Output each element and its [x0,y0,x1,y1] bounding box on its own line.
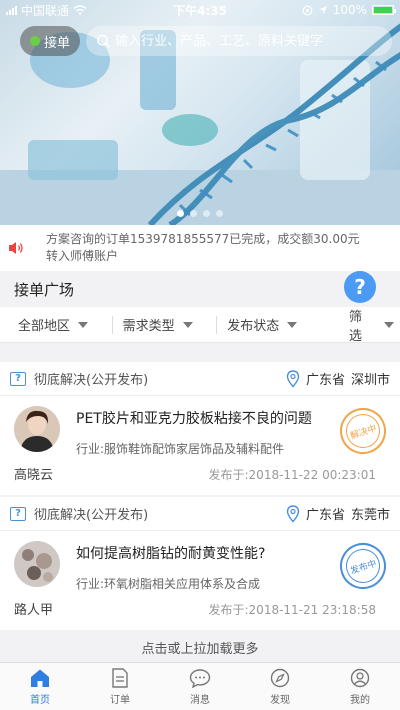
avatar[interactable] [14,406,60,452]
location-pin-icon [286,504,300,523]
profile-icon [350,668,370,687]
rotation-lock-icon [302,5,313,15]
filter-type-dropdown[interactable]: 需求类型 [123,307,217,342]
card-location: 广东省 深圳市 [286,369,390,388]
message-icon [189,668,211,688]
order-icon [112,667,128,688]
question-card[interactable]: ? 彻底解决(公开发布) 广东省 东莞市 如何提高树脂钻的耐黄变性能? 行业:环… [0,497,400,630]
home-icon [31,669,49,687]
question-tag-icon: ? [10,506,26,521]
filter-label: 全部地区 [18,319,71,334]
tab-label: 首页 [30,694,50,706]
pager-dot[interactable] [203,210,210,217]
pager-dot[interactable] [177,210,184,217]
pager-dot[interactable] [216,210,223,217]
filter-label: 筛选 [349,309,363,344]
status-stamp-label: 解决中 [349,423,378,442]
publish-time: 发布于:2018-11-22 00:23:01 [208,468,377,482]
tab-profile[interactable]: 我的 [320,663,400,710]
tab-label: 我的 [350,694,370,706]
battery-icon [372,5,396,15]
banner-carousel[interactable]: 接单 [0,0,400,225]
load-more-button[interactable]: 点击或上拉加载更多 [0,632,400,662]
filter-region-dropdown[interactable]: 全部地区 [18,307,112,342]
card-city: 深圳市 [350,373,390,388]
location-pin-icon [286,369,300,388]
publish-time: 发布于:2018-11-21 23:18:58 [208,603,377,617]
caret-down-icon [182,321,193,328]
card-body: 如何提高树脂钻的耐黄变性能? 行业:环氧树脂相关应用体系及合成 路人甲 发布于:… [0,531,400,630]
card-category: 彻底解决(公开发布) [34,373,149,388]
search-input[interactable] [114,33,382,49]
location-arrow-icon [318,6,327,14]
help-button[interactable]: ? [344,271,376,303]
pager-dot[interactable] [190,210,197,217]
avatar[interactable] [14,541,60,587]
question-title[interactable]: PET胶片和亚克力胶板粘接不良的问题 [76,408,312,428]
filter-bar: 全部地区 需求类型 发布状态 筛选 [0,307,400,344]
battery-percent: 100% [332,3,367,17]
question-icon: ? [354,275,366,299]
search-bar[interactable] [86,26,392,56]
carousel-pager [0,210,400,217]
filter-more-dropdown[interactable]: 筛选 [349,307,395,344]
section-title: 接单广场 [14,280,75,299]
tab-label: 发现 [270,694,290,706]
compass-icon [270,668,290,687]
notice-banner[interactable]: 方案咨询的订单1539781855577已完成，成交额30.00元转入师傅账户 [0,225,400,271]
tab-messages[interactable]: 消息 [160,663,240,710]
card-header: ? 彻底解决(公开发布) 广东省 深圳市 [0,362,400,396]
status-stamp: 发布中 [334,537,392,595]
card-province: 广东省 [305,373,345,388]
tab-orders[interactable]: 订单 [80,663,160,710]
user-name: 高晓云 [14,468,54,483]
card-location: 广东省 东莞市 [286,504,390,523]
card-province: 广东省 [305,508,345,523]
tab-label: 订单 [110,694,130,706]
question-industry: 行业:服饰鞋饰配饰家居饰品及辅料配件 [76,442,285,456]
tab-home[interactable]: 首页 [0,663,80,710]
tab-label: 消息 [190,694,210,706]
filter-label: 发布状态 [227,319,280,334]
notice-text: 方案咨询的订单1539781855577已完成，成交额30.00元转入师傅账户 [46,232,360,263]
speaker-icon [9,242,23,254]
status-stamp: 解决中 [334,402,392,460]
status-bar: 中国联通 下午4:35 100% [0,0,400,20]
online-status-icon [30,36,40,46]
question-card[interactable]: ? 彻底解决(公开发布) 广东省 深圳市 PET胶片和亚克力胶板粘接不良的问题 … [0,362,400,495]
section-header: 接单广场 ? [0,271,400,307]
divider [111,315,113,334]
user-name: 路人甲 [14,603,54,618]
filter-status-dropdown[interactable]: 发布状态 [227,307,349,342]
status-stamp-label: 发布中 [349,558,378,577]
question-industry: 行业:环氧树脂相关应用体系及合成 [76,577,261,591]
question-title[interactable]: 如何提高树脂钻的耐黄变性能? [76,543,265,563]
jiedan-label: 接单 [44,35,71,51]
search-icon [97,34,111,48]
card-city: 东莞市 [350,508,390,523]
tab-bar: 首页 订单 消息 发现 我的 [0,662,400,710]
caret-down-icon [287,321,298,328]
caret-down-icon [384,321,395,328]
card-header: ? 彻底解决(公开发布) 广东省 东莞市 [0,497,400,531]
card-body: PET胶片和亚克力胶板粘接不良的问题 行业:服饰鞋饰配饰家居饰品及辅料配件 高晓… [0,396,400,495]
question-tag-icon: ? [10,371,26,386]
jiedan-toggle-button[interactable]: 接单 [20,26,81,56]
card-category: 彻底解决(公开发布) [34,508,149,523]
tab-discover[interactable]: 发现 [240,663,320,710]
caret-down-icon [78,321,89,328]
divider [216,315,218,334]
filter-label: 需求类型 [122,319,175,334]
